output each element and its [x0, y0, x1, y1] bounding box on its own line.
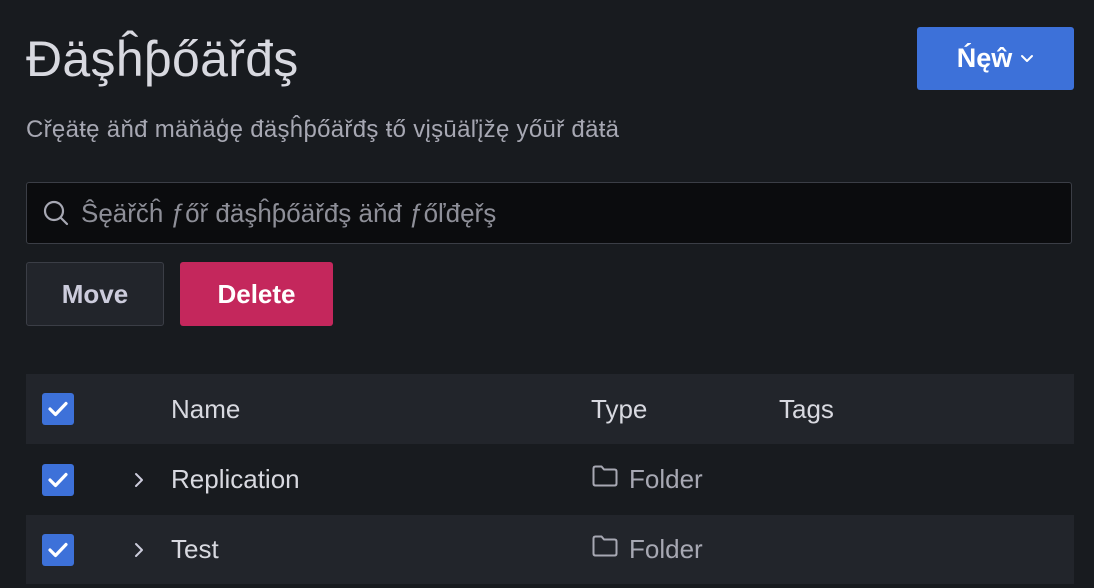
select-all-checkbox[interactable]	[42, 393, 74, 425]
page-title: Đäşĥƥőäřđş	[26, 31, 299, 87]
move-button[interactable]: Move	[26, 262, 164, 326]
checkmark-icon	[48, 401, 68, 417]
checkmark-icon	[48, 542, 68, 557]
row-type-label: Folder	[629, 534, 703, 564]
folder-icon	[591, 534, 619, 565]
table-header-row: Name Type Tags	[26, 374, 1074, 444]
row-name-link[interactable]: Test	[171, 534, 219, 565]
table-row[interactable]: Test Folder	[26, 514, 1074, 584]
chevron-right-icon[interactable]	[130, 469, 148, 491]
chevron-down-icon	[1020, 51, 1034, 69]
row-checkbox[interactable]	[42, 533, 74, 566]
column-header-type: Type	[591, 393, 648, 424]
table-row[interactable]: Replication Folder	[26, 444, 1074, 514]
checkmark-icon	[48, 472, 68, 487]
page-subtitle: Cřęäŧę äňđ mäňäģę đäşĥƥőäřđş ŧő vįşūäľįž…	[26, 116, 620, 143]
row-type: Folder	[591, 464, 703, 495]
new-button-label: Ńęŵ	[956, 43, 1013, 73]
new-button[interactable]: Ńęŵ	[917, 27, 1074, 90]
dashboards-page: Đäşĥƥőäřđş Ńęŵ Cřęäŧę äňđ mäňäģę đäşĥƥőä…	[0, 0, 1094, 588]
row-type: Folder	[591, 534, 703, 565]
search-icon	[39, 196, 73, 230]
row-checkbox[interactable]	[42, 463, 74, 496]
column-header-name[interactable]: Name	[171, 394, 240, 425]
row-type-label: Folder	[629, 464, 703, 494]
folder-icon	[591, 464, 619, 495]
dashboards-table: Name Type Tags Replication Folder Test F…	[26, 374, 1074, 584]
search-input[interactable]	[81, 183, 1071, 243]
delete-button[interactable]: Delete	[180, 262, 333, 326]
search-box	[26, 182, 1072, 244]
chevron-right-icon[interactable]	[130, 539, 148, 561]
column-header-tags: Tags	[779, 393, 834, 424]
row-name-link[interactable]: Replication	[171, 464, 300, 495]
